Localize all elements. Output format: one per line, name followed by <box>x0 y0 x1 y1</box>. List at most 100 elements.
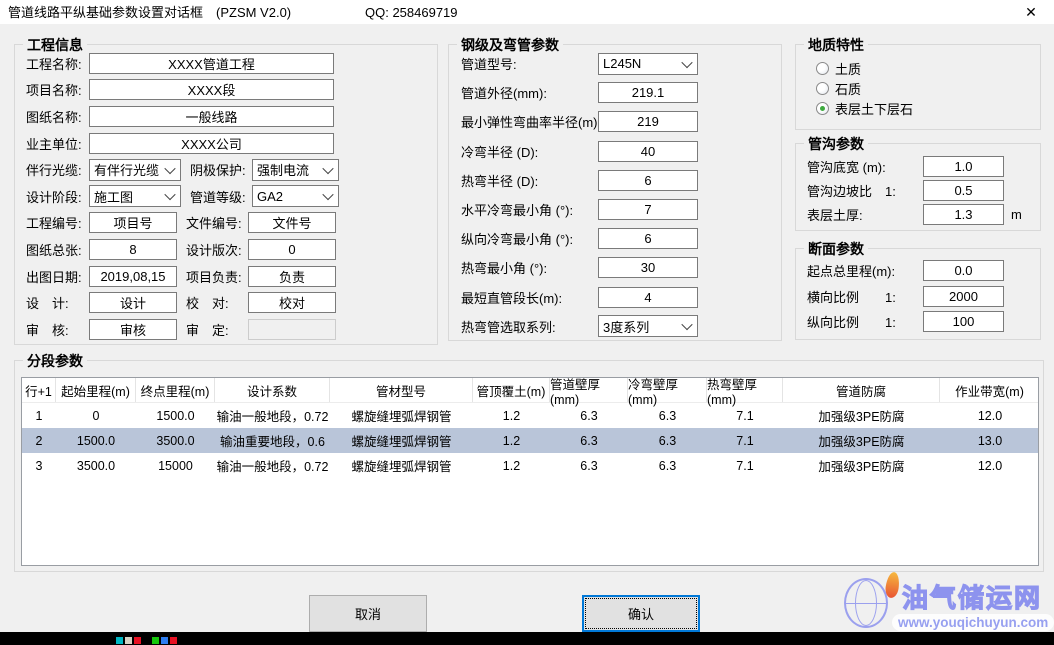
pipe-grade-select[interactable]: GA2 <box>252 185 339 207</box>
radio-icon[interactable] <box>816 82 829 95</box>
table-header-cell: 管顶覆土(m) <box>473 378 550 402</box>
table-cell: 1.2 <box>473 403 550 428</box>
table-header-cell: 行+1 <box>22 378 56 402</box>
taskbar-icon[interactable] <box>161 637 168 644</box>
file-number-field[interactable]: 文件号 <box>248 212 336 233</box>
cathodic-protection-select[interactable]: 强制电流 <box>252 159 339 181</box>
project-name-field[interactable]: XXXX管道工程 <box>89 53 334 74</box>
steel-params-group: 钢级及弯管参数 管道型号: L245N 管道外径(mm): 219.1 最小弹性… <box>448 44 782 341</box>
title-bar: 管道线路平纵基础参数设置对话框 (PZSM V2.0) QQ: 25846971… <box>0 0 1054 25</box>
min-straight-pipe-length-field[interactable]: 4 <box>598 287 698 308</box>
field-label: 最小弹性弯曲率半径(m): <box>461 112 598 131</box>
select-value: GA2 <box>257 189 283 204</box>
table-row[interactable]: 21500.03500.0输油重要地段，0.6螺旋缝埋弧焊钢管1.26.36.3… <box>22 428 1038 453</box>
table-cell: 加强级3PE防腐 <box>783 453 940 478</box>
item-name-field[interactable]: XXXX段 <box>89 79 334 100</box>
owner-field[interactable]: XXXX公司 <box>89 133 334 154</box>
cancel-button[interactable]: 取消 <box>309 595 427 632</box>
taskbar-icon[interactable] <box>170 637 177 644</box>
designer-field[interactable]: 设计 <box>89 292 177 313</box>
table-cell: 6.3 <box>628 453 707 478</box>
field-label: 业主单位: <box>26 134 89 153</box>
select-value: 3度系列 <box>603 317 649 336</box>
table-cell: 3500.0 <box>136 428 215 453</box>
form-row: 项目名称: XXXX段 <box>15 77 437 104</box>
field-label: 工程名称: <box>26 54 89 73</box>
radio-option-topsoil-rock[interactable]: 表层土下层石 <box>796 98 1040 118</box>
pipe-model-select[interactable]: L245N <box>598 53 698 75</box>
geology-title: 地质特性 <box>804 35 868 55</box>
field-label: 图纸总张: <box>26 240 89 259</box>
section-params-group: 断面参数 起点总里程(m): 0.0 横向比例 1: 2000 纵向比例 1: … <box>795 248 1041 340</box>
chevron-down-icon <box>164 189 175 200</box>
table-cell: 12.0 <box>940 403 1039 428</box>
drawing-name-field[interactable]: 一般线路 <box>89 106 334 127</box>
fiber-cable-select[interactable]: 有伴行光缆 <box>89 159 181 181</box>
table-cell: 6.3 <box>550 453 628 478</box>
hot-bend-min-angle-field[interactable]: 30 <box>598 257 698 278</box>
field-label: 表层土厚: <box>807 205 923 224</box>
field-label: 起点总里程(m): <box>807 261 923 280</box>
field-label: 管道外径(mm): <box>461 83 598 102</box>
vertical-scale-field[interactable]: 100 <box>923 311 1004 332</box>
taskbar-icon[interactable] <box>116 637 123 644</box>
approver-field <box>248 319 336 340</box>
geology-group: 地质特性 土质 石质 表层土下层石 <box>795 44 1041 130</box>
radio-label: 石质 <box>835 79 861 98</box>
close-icon[interactable]: ✕ <box>1008 0 1054 25</box>
horizontal-scale-field[interactable]: 2000 <box>923 286 1004 307</box>
design-stage-select[interactable]: 施工图 <box>89 185 181 207</box>
project-lead-field[interactable]: 负责 <box>248 266 336 287</box>
table-cell: 加强级3PE防腐 <box>783 403 940 428</box>
trench-slope-ratio-field[interactable]: 0.5 <box>923 180 1004 201</box>
field-label: 纵向比例 1: <box>807 312 923 331</box>
min-elastic-radius-field[interactable]: 219 <box>598 111 698 132</box>
project-number-field[interactable]: 项目号 <box>89 212 177 233</box>
table-cell: 6.3 <box>550 403 628 428</box>
radio-option-soil[interactable]: 土质 <box>796 58 1040 78</box>
field-label: 审 核: <box>26 320 89 339</box>
table-cell: 1500.0 <box>136 403 215 428</box>
design-version-field[interactable]: 0 <box>248 239 336 260</box>
table-row[interactable]: 33500.015000输油一般地段，0.72螺旋缝埋弧焊钢管1.26.36.3… <box>22 453 1038 478</box>
segments-table[interactable]: 行+1起始里程(m)终点里程(m)设计系数管材型号管顶覆土(m)管道壁厚(mm)… <box>21 377 1039 566</box>
cold-bend-radius-field[interactable]: 40 <box>598 141 698 162</box>
vert-cold-bend-min-angle-field[interactable]: 6 <box>598 228 698 249</box>
segments-group: 分段参数 行+1起始里程(m)终点里程(m)设计系数管材型号管顶覆土(m)管道壁… <box>14 360 1044 572</box>
form-row: 审 核: 审核 审 定: <box>15 316 437 343</box>
sheet-count-field[interactable]: 8 <box>89 239 177 260</box>
checker-field[interactable]: 校对 <box>248 292 336 313</box>
field-label: 管沟边坡比 1: <box>807 181 923 200</box>
start-mileage-field[interactable]: 0.0 <box>923 260 1004 281</box>
select-value: 有伴行光缆 <box>94 160 159 179</box>
topsoil-thickness-field[interactable]: 1.3 <box>923 204 1004 225</box>
issue-date-field[interactable]: 2019,08,15 <box>89 266 177 287</box>
table-row[interactable]: 101500.0输油一般地段，0.72螺旋缝埋弧焊钢管1.26.36.37.1加… <box>22 403 1038 428</box>
radio-option-rock[interactable]: 石质 <box>796 78 1040 98</box>
form-row: 图纸名称: 一般线路 <box>15 103 437 130</box>
taskbar-icon[interactable] <box>134 637 141 644</box>
table-cell: 螺旋缝埋弧焊钢管 <box>330 403 473 428</box>
field-label: 冷弯半径 (D): <box>461 142 598 161</box>
radio-icon[interactable] <box>816 62 829 75</box>
radio-selected-icon[interactable] <box>816 102 829 115</box>
taskbar-icon[interactable] <box>152 637 159 644</box>
chevron-down-icon <box>681 319 692 330</box>
table-cell: 6.3 <box>550 428 628 453</box>
reviewer-field[interactable]: 审核 <box>89 319 177 340</box>
form-row: 设 计: 设计 校 对: 校对 <box>15 289 437 316</box>
table-header-cell: 作业带宽(m) <box>940 378 1039 402</box>
form-row: 表层土厚: 1.3 m <box>796 202 1040 226</box>
taskbar-icon[interactable] <box>125 637 132 644</box>
table-header-cell: 管材型号 <box>330 378 473 402</box>
hot-bend-series-select[interactable]: 3度系列 <box>598 315 698 337</box>
table-header-cell: 终点里程(m) <box>136 378 215 402</box>
hot-bend-radius-field[interactable]: 6 <box>598 170 698 191</box>
segments-table-header: 行+1起始里程(m)终点里程(m)设计系数管材型号管顶覆土(m)管道壁厚(mm)… <box>22 378 1038 403</box>
horiz-cold-bend-min-angle-field[interactable]: 7 <box>598 199 698 220</box>
table-cell: 3 <box>22 453 56 478</box>
trench-bottom-width-field[interactable]: 1.0 <box>923 156 1004 177</box>
form-row: 最小弹性弯曲率半径(m): 219 <box>449 107 781 136</box>
outer-diameter-field[interactable]: 219.1 <box>598 82 698 103</box>
confirm-button[interactable]: 确认 <box>582 595 700 632</box>
